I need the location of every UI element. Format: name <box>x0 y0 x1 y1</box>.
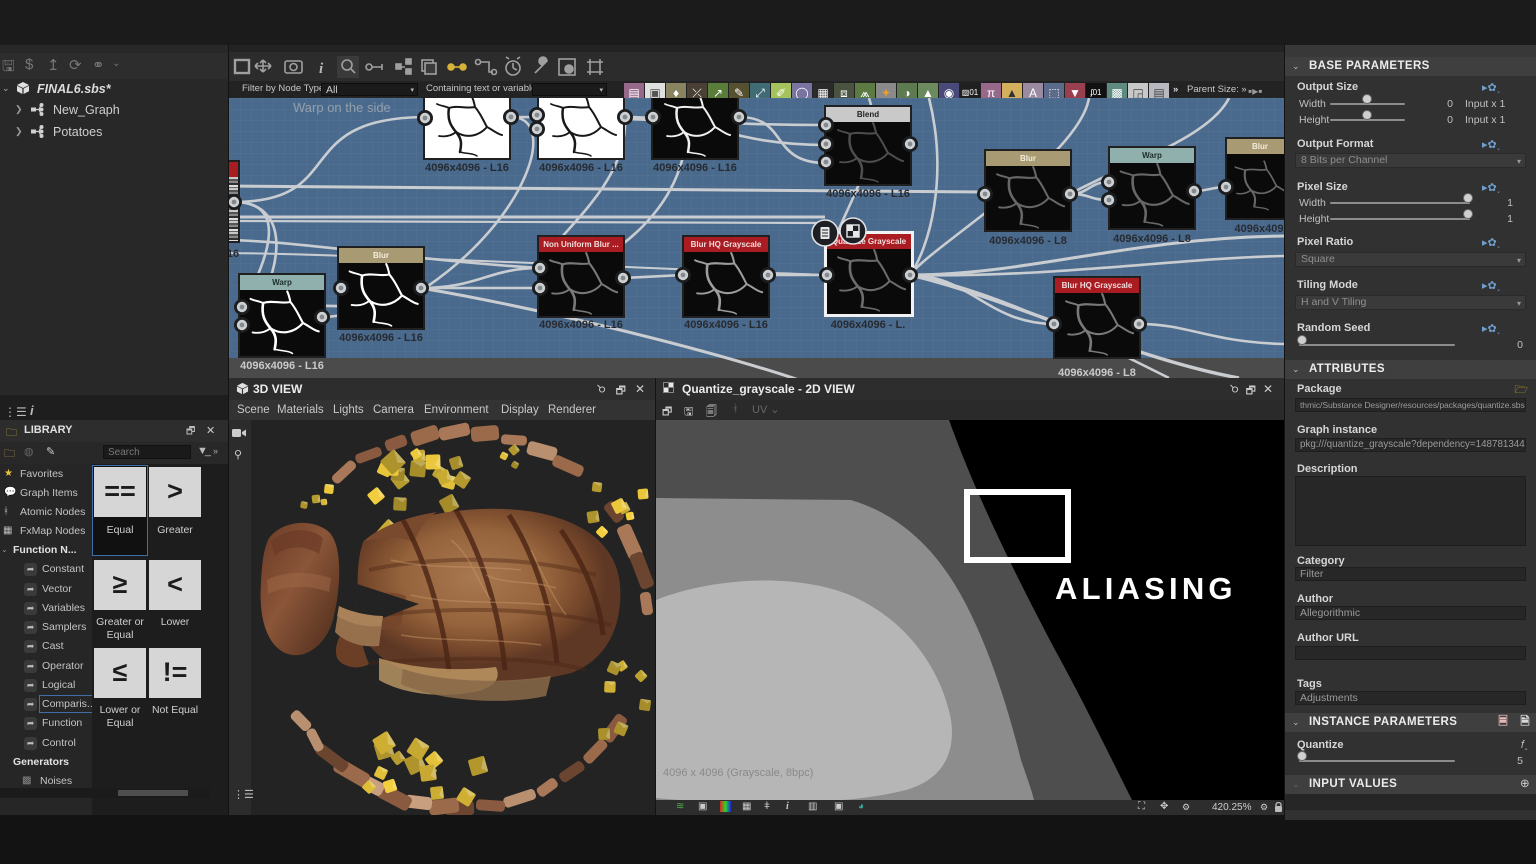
svg-text:i: i <box>319 61 324 77</box>
svg-text:ALIASING: ALIASING <box>1055 571 1237 606</box>
svg-text:4096 x 4096 (Grayscale, 8bpc): 4096 x 4096 (Grayscale, 8bpc) <box>663 767 813 779</box>
